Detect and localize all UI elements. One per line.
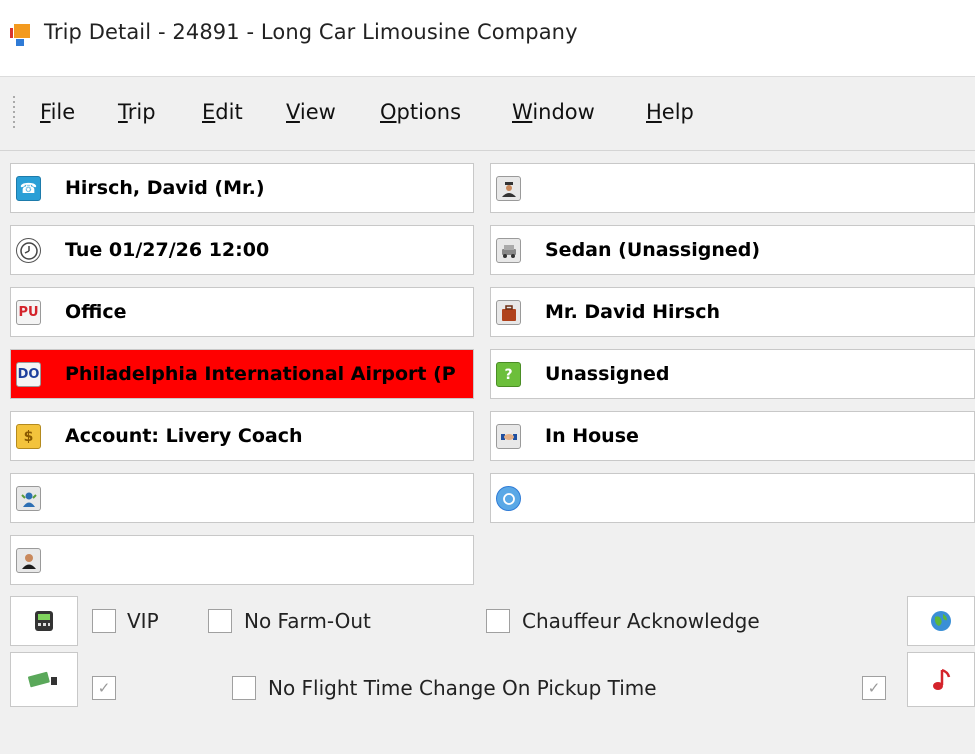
music-note-button[interactable] [907, 652, 975, 707]
billing-account: Account: Livery Coach [65, 425, 303, 447]
chauffeur-acknowledge-label: Chauffeur Acknowledge [522, 609, 760, 633]
no-flight-time-change-label: No Flight Time Change On Pickup Time [268, 676, 657, 700]
status-field[interactable]: ? Unassigned [490, 349, 975, 399]
dollar-icon[interactable]: $ [16, 424, 41, 449]
chauffeur-acknowledge-checkbox[interactable] [486, 609, 510, 633]
contact-field[interactable] [10, 535, 474, 585]
calculator-button[interactable] [10, 596, 78, 646]
luggage-icon[interactable] [496, 300, 521, 325]
money-icon [28, 671, 57, 687]
recurring-field[interactable] [490, 473, 975, 523]
passenger-field[interactable]: ☎ Hirsch, David (Mr.) [10, 163, 474, 213]
vip-checkbox[interactable] [92, 609, 116, 633]
billing-field[interactable]: $ Account: Livery Coach [10, 411, 474, 461]
no-flight-time-change-checkbox[interactable] [232, 676, 256, 700]
menu-view[interactable]: View [286, 100, 336, 124]
menu-help[interactable]: Help [646, 100, 694, 124]
vehicle-field[interactable]: Sedan (Unassigned) [490, 225, 975, 275]
calculator-icon [35, 611, 53, 631]
window-title: Trip Detail - 24891 - Long Car Limousine… [44, 20, 578, 44]
pickup-field[interactable]: PU Office [10, 287, 474, 337]
affiliate-value: In House [545, 425, 639, 447]
handshake-icon[interactable] [496, 424, 521, 449]
vehicle-type: Sedan (Unassigned) [545, 239, 761, 261]
affiliate-field[interactable]: In House [490, 411, 975, 461]
passenger-name: Hirsch, David (Mr.) [65, 177, 265, 199]
agent-icon[interactable] [16, 486, 41, 511]
dropoff-location: Philadelphia International Airport (P [65, 363, 456, 385]
payment-button[interactable] [10, 652, 78, 707]
car-icon[interactable] [496, 238, 521, 263]
status-value: Unassigned [545, 363, 670, 385]
refresh-icon[interactable] [496, 486, 521, 511]
no-farm-out-checkbox[interactable] [208, 609, 232, 633]
payment-checkbox[interactable]: ✓ [92, 676, 116, 700]
menu-options[interactable]: Options [380, 100, 461, 124]
luggage-passenger: Mr. David Hirsch [545, 301, 720, 323]
globe-button[interactable] [907, 596, 975, 646]
title-bar: Trip Detail - 24891 - Long Car Limousine… [0, 0, 975, 77]
datetime-field[interactable]: Tue 01/27/26 12:00 [10, 225, 474, 275]
pickup-badge-icon[interactable]: PU [16, 300, 41, 325]
pickup-location: Office [65, 301, 127, 323]
phone-icon[interactable]: ☎ [16, 176, 41, 201]
menu-divider [0, 150, 975, 151]
music-note-icon [933, 668, 951, 690]
no-farm-out-label: No Farm-Out [244, 609, 371, 633]
agent-field[interactable] [10, 473, 474, 523]
menu-window[interactable]: Window [512, 100, 595, 124]
dropoff-badge-icon[interactable]: DO [16, 362, 41, 387]
luggage-field[interactable]: Mr. David Hirsch [490, 287, 975, 337]
chauffeur-field[interactable] [490, 163, 975, 213]
question-icon[interactable]: ? [496, 362, 521, 387]
trip-datetime: Tue 01/27/26 12:00 [65, 239, 270, 261]
chauffeur-icon[interactable] [496, 176, 521, 201]
clock-icon[interactable] [16, 238, 41, 263]
notification-checkbox[interactable]: ✓ [862, 676, 886, 700]
menu-bar: File Trip Edit View Options Window Help [0, 84, 975, 142]
toolbar-grip[interactable] [13, 96, 15, 130]
vip-label: VIP [127, 609, 159, 633]
menu-trip[interactable]: Trip [118, 100, 156, 124]
person-icon[interactable] [16, 548, 41, 573]
dropoff-field[interactable]: DO Philadelphia International Airport (P [10, 349, 474, 399]
app-logo-icon [10, 24, 32, 48]
menu-file[interactable]: File [40, 100, 75, 124]
menu-edit[interactable]: Edit [202, 100, 243, 124]
globe-icon [931, 611, 951, 631]
